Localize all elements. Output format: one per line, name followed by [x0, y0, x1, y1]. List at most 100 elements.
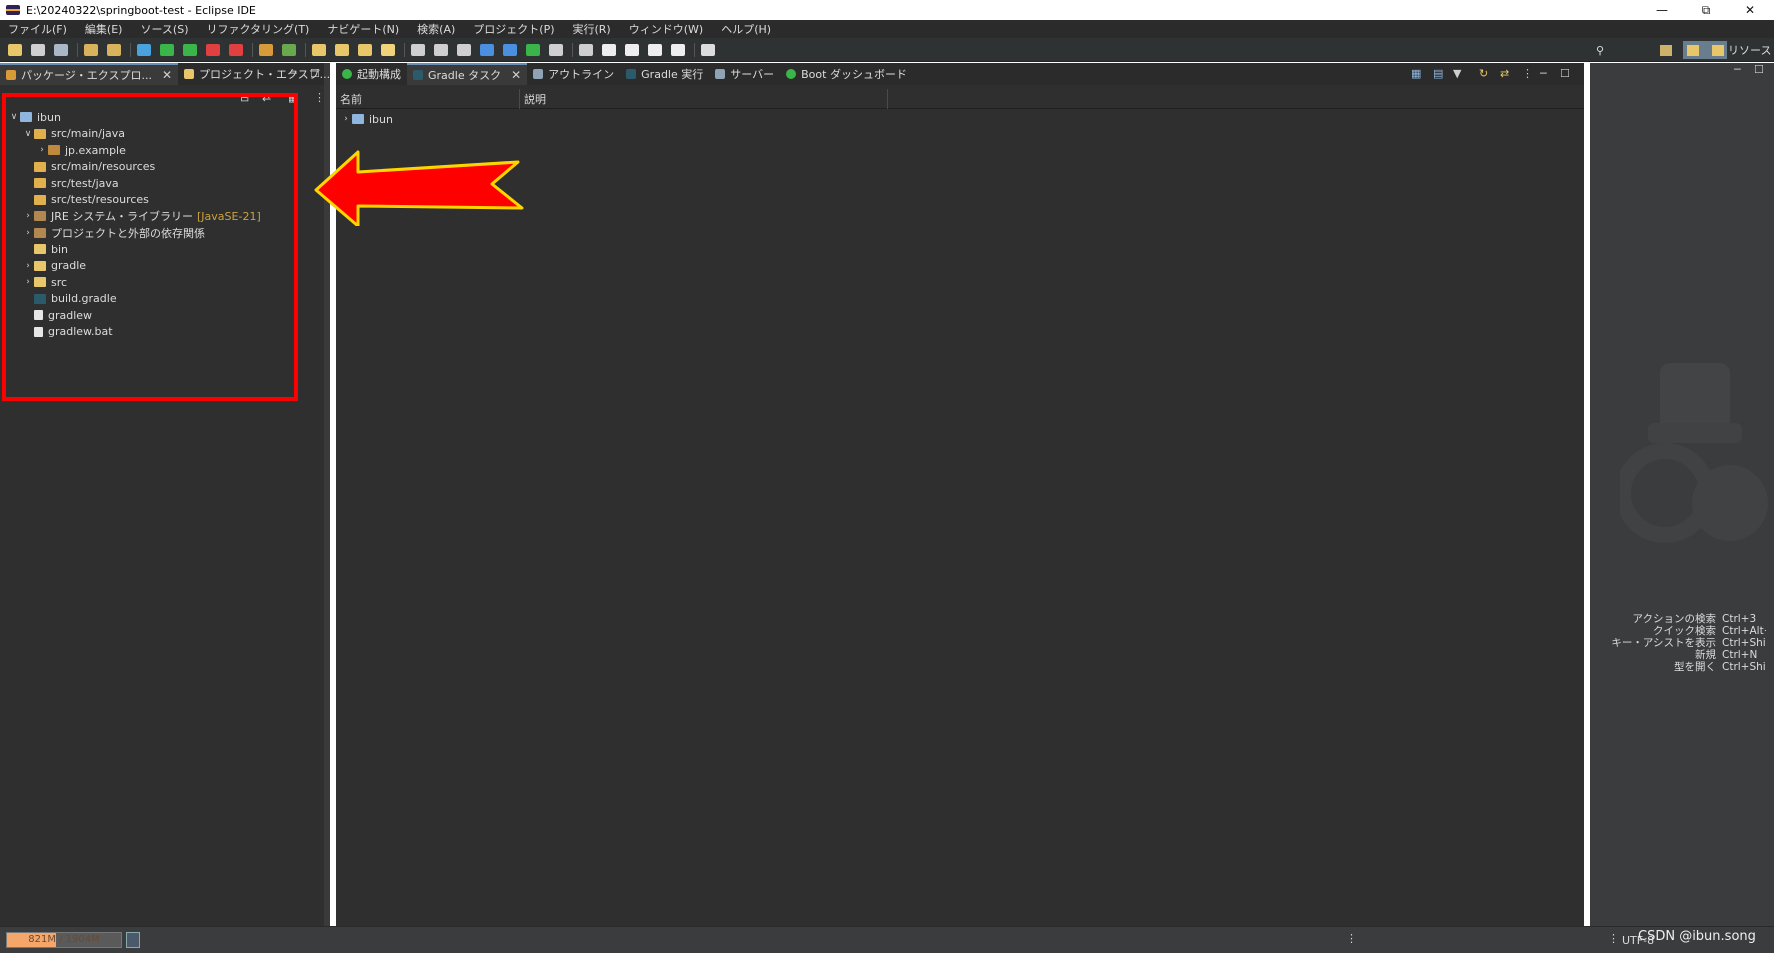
close-icon[interactable]: ✕ — [511, 68, 521, 82]
status-bar: 821M / 1904M ⋮ ⋮ UTF-8 CSDN @ibun.song — [0, 926, 1774, 953]
save-icon[interactable] — [31, 43, 45, 56]
left-view-tabs: パッケージ・エクスプロ... ✕ プロジェクト・エクスプ... ─ ☐ — [0, 63, 330, 85]
run-icon[interactable] — [160, 43, 174, 56]
menu-file[interactable]: ファイル(F) — [8, 21, 67, 37]
expand-all-icon[interactable]: ▦ — [1411, 67, 1421, 80]
minimize-view-icon[interactable]: ─ — [1540, 67, 1547, 80]
toolbar-separator — [77, 42, 78, 57]
minimize-view-icon[interactable]: ─ — [290, 67, 297, 80]
pin-icon[interactable] — [579, 43, 593, 56]
tab-launch-config[interactable]: 起動構成 — [336, 63, 407, 85]
tab-boot-dashboard[interactable]: Boot ダッシュボード — [780, 63, 913, 85]
eclipse-background-logo — [1620, 363, 1768, 543]
annotation-icon[interactable] — [549, 43, 563, 56]
title-bar: E:\20240322\springboot-test - Eclipse ID… — [0, 0, 1774, 20]
shortcut-label: キー・アシストを表示 — [1611, 637, 1716, 649]
toggle-mark-icon[interactable] — [411, 43, 425, 56]
coverage-icon[interactable] — [183, 43, 197, 56]
main-toolbar — [0, 38, 1774, 62]
close-icon[interactable]: ✕ — [162, 68, 172, 82]
shortcut-row: アクションの検索 Ctrl+3 — [1611, 613, 1766, 625]
collapse-arrow-icon[interactable]: › — [340, 114, 352, 124]
refresh-icon[interactable] — [434, 43, 448, 56]
menu-window[interactable]: ウィンドウ(W) — [629, 21, 703, 37]
view-menu-icon[interactable]: ⋮ — [1522, 67, 1533, 80]
restore-button[interactable]: ⧉ — [1684, 0, 1728, 20]
spring-boot-icon[interactable] — [526, 43, 540, 56]
resource-perspective-icon — [1712, 44, 1724, 56]
menu-help[interactable]: ヘルプ(H) — [721, 21, 771, 37]
column-description[interactable]: 説明 — [520, 88, 888, 109]
toolbar-separator — [252, 42, 253, 57]
shortcut-row: クイック検索 Ctrl+Alt+ — [1611, 625, 1766, 637]
tab-gradle-tasks[interactable]: Gradle タスク ✕ — [407, 63, 528, 85]
collapse-all-icon[interactable]: ▤ — [1433, 67, 1443, 80]
menu-search[interactable]: 検索(A) — [417, 21, 455, 37]
toolbar-separator — [404, 42, 405, 57]
minimize-button[interactable]: — — [1640, 0, 1684, 20]
filter-icon[interactable]: ▼ — [1453, 67, 1461, 80]
tab-outline[interactable]: アウトライン — [527, 63, 620, 85]
mid-view-tabs: 起動構成 Gradle タスク ✕ アウトライン Gradle 実行 サーバー … — [336, 63, 1584, 85]
heap-status[interactable]: 821M / 1904M — [6, 932, 122, 948]
tab-gradle-executions[interactable]: Gradle 実行 — [620, 63, 709, 85]
open-task-icon[interactable] — [335, 43, 349, 56]
back-icon[interactable] — [648, 43, 662, 56]
menu-project[interactable]: プロジェクト(P) — [473, 21, 554, 37]
settings-icon[interactable] — [503, 43, 517, 56]
open-type-icon[interactable] — [312, 43, 326, 56]
new-java-project-icon[interactable] — [259, 43, 273, 56]
tab-label: Gradle 実行 — [641, 68, 704, 81]
csdn-watermark: CSDN @ibun.song — [1638, 929, 1756, 944]
link-icon[interactable]: ⇄ — [1500, 67, 1509, 80]
search-icon[interactable] — [358, 43, 372, 56]
open-perspective-icon[interactable] — [1660, 41, 1672, 59]
redo-icon[interactable] — [107, 43, 121, 56]
right-trim-area: ─ ☐ アクションの検索 Ctrl+3 クイック検索 Ctrl+Alt+ キー・アシ… — [1590, 63, 1774, 926]
outline-icon — [533, 69, 544, 79]
gradle-project-row[interactable]: › ibun — [340, 111, 393, 128]
previous-edit-icon[interactable] — [602, 43, 616, 56]
gradle-project-label: ibun — [369, 112, 393, 126]
shortcut-key: Ctrl+Alt+ — [1722, 625, 1766, 637]
window-title: E:\20240322\springboot-test - Eclipse ID… — [26, 3, 256, 17]
next-edit-icon[interactable] — [625, 43, 639, 56]
maximize-view-icon[interactable]: ☐ — [310, 67, 320, 80]
shortcut-label: 新規 — [1695, 649, 1716, 661]
maximize-view-icon[interactable]: ☐ — [1754, 63, 1764, 76]
spring-boot-icon — [786, 69, 797, 79]
save-all-icon[interactable] — [54, 43, 68, 56]
tab-label: Boot ダッシュボード — [801, 68, 907, 81]
resource-perspective-button[interactable]: リソース — [1712, 41, 1771, 59]
undo-icon[interactable] — [84, 43, 98, 56]
new-icon[interactable] — [8, 43, 22, 56]
search-icon[interactable]: ⚲ — [1596, 41, 1604, 59]
refresh-icon[interactable]: ↻ — [1479, 67, 1488, 80]
sync-icon[interactable] — [457, 43, 471, 56]
stop-icon[interactable] — [206, 43, 220, 56]
forward-icon[interactable] — [671, 43, 685, 56]
minimize-view-icon[interactable]: ─ — [1734, 63, 1741, 76]
tab-label: パッケージ・エクスプロ... — [21, 69, 152, 82]
shortcut-row: キー・アシストを表示 Ctrl+Shift — [1611, 637, 1766, 649]
menu-edit[interactable]: 編集(E) — [85, 21, 123, 37]
new-class-icon[interactable] — [282, 43, 296, 56]
view-menu-icon[interactable]: ⋮ — [314, 91, 325, 104]
menu-refactor[interactable]: リファクタリング(T) — [206, 21, 309, 37]
open-editor-icon[interactable] — [701, 43, 715, 56]
menu-source[interactable]: ソース(S) — [140, 21, 188, 37]
column-name[interactable]: 名前 — [336, 88, 520, 109]
tab-servers[interactable]: サーバー — [709, 63, 780, 85]
server-icon — [715, 69, 726, 79]
debug-icon[interactable] — [137, 43, 151, 56]
close-button[interactable]: ✕ — [1728, 0, 1772, 20]
menu-navigate[interactable]: ナビゲート(N) — [327, 21, 399, 37]
external-tools-icon[interactable] — [229, 43, 243, 56]
brush-icon[interactable] — [381, 43, 395, 56]
menu-run[interactable]: 実行(R) — [573, 21, 611, 37]
maximize-view-icon[interactable]: ☐ — [1560, 67, 1570, 80]
console-icon[interactable] — [480, 43, 494, 56]
garbage-collect-icon[interactable] — [126, 932, 140, 948]
tab-package-explorer[interactable]: パッケージ・エクスプロ... ✕ — [0, 63, 179, 85]
shortcut-key: Ctrl+Shift — [1722, 661, 1766, 673]
